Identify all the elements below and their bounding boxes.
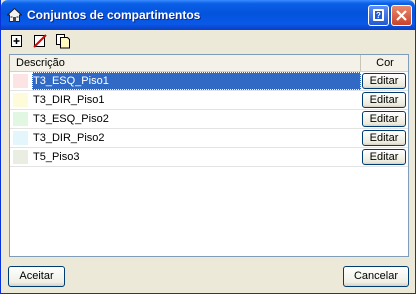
color-swatch <box>13 93 28 107</box>
table-header: Descrição Cor <box>10 55 408 72</box>
row-description[interactable]: T3_ESQ_Piso2 <box>32 110 361 128</box>
table-row[interactable]: T3_ESQ_Piso1 Editar <box>10 72 408 91</box>
edit-color-button[interactable]: Editar <box>362 149 406 165</box>
add-icon <box>11 35 22 47</box>
copy-button[interactable] <box>55 33 71 49</box>
color-swatch <box>13 131 28 145</box>
copy-icon <box>56 34 70 49</box>
dialog-window: Conjuntos de compartimentos ? Descrição … <box>0 0 416 294</box>
table-body: T3_ESQ_Piso1 Editar T3_DIR_Piso1 Editar T3_E… <box>10 72 408 167</box>
house-icon <box>7 8 22 22</box>
add-button[interactable] <box>9 33 25 49</box>
close-button[interactable] <box>391 5 412 26</box>
row-description[interactable]: T3_DIR_Piso2 <box>32 129 361 147</box>
color-swatch <box>13 74 28 88</box>
edit-color-button[interactable]: Editar <box>362 92 406 108</box>
color-swatch <box>13 150 28 164</box>
row-description[interactable]: T3_DIR_Piso1 <box>32 91 361 109</box>
svg-text:?: ? <box>376 11 381 20</box>
compartment-sets-table: Descrição Cor T3_ESQ_Piso1 Editar T3_DIR_P… <box>9 54 409 257</box>
toolbar <box>9 33 89 49</box>
color-swatch <box>13 112 28 126</box>
edit-color-button[interactable]: Editar <box>362 111 406 127</box>
table-row[interactable]: T3_DIR_Piso2 Editar <box>10 129 408 148</box>
close-icon <box>396 10 407 21</box>
cancel-button[interactable]: Cancelar <box>343 266 409 287</box>
table-row[interactable]: T3_ESQ_Piso2 Editar <box>10 110 408 129</box>
table-row[interactable]: T3_DIR_Piso1 Editar <box>10 91 408 110</box>
delete-button[interactable] <box>32 33 48 49</box>
edit-color-button[interactable]: Editar <box>362 130 406 146</box>
edit-color-button[interactable]: Editar <box>362 73 406 89</box>
column-header-color[interactable]: Cor <box>362 55 408 71</box>
help-icon: ? <box>373 9 384 21</box>
title-bar[interactable]: Conjuntos de compartimentos ? <box>1 0 415 30</box>
row-description[interactable]: T5_Piso3 <box>32 148 361 166</box>
help-button[interactable]: ? <box>368 5 389 26</box>
table-row[interactable]: T5_Piso3 Editar <box>10 148 408 167</box>
delete-icon <box>33 34 47 48</box>
row-description[interactable]: T3_ESQ_Piso1 <box>32 72 361 90</box>
window-title: Conjuntos de compartimentos <box>27 8 201 22</box>
accept-button[interactable]: Aceitar <box>8 266 65 287</box>
column-header-description[interactable]: Descrição <box>10 55 361 71</box>
